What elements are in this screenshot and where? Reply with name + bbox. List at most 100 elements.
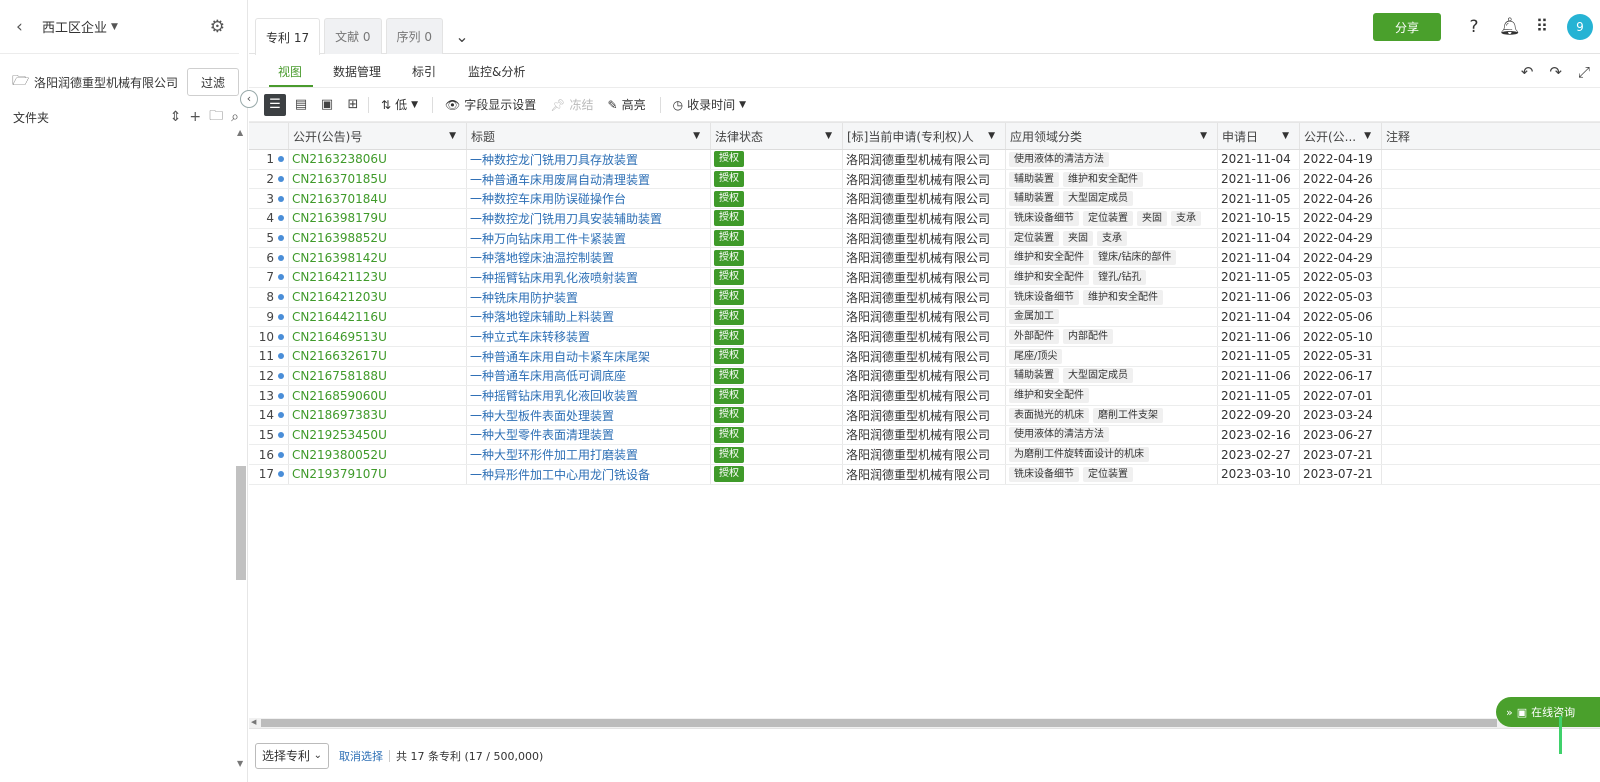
field-tag[interactable]: 使用液体的清洁方法: [1009, 427, 1109, 443]
pub-number-cell[interactable]: CN218697383U: [289, 405, 467, 425]
scroll-up-icon[interactable]: ▲: [237, 128, 243, 137]
sort-dropdown[interactable]: ◷ 收录时间 ▼: [673, 96, 746, 113]
row-number-cell[interactable]: 3: [249, 189, 289, 209]
notes-cell[interactable]: [1382, 209, 1600, 228]
field-tag[interactable]: 支承: [1171, 210, 1201, 226]
sidebar-scrollbar[interactable]: ▲ ▼: [236, 128, 246, 768]
row-number-cell[interactable]: 15: [249, 425, 289, 445]
field-tag[interactable]: 维护和安全配件: [1009, 269, 1089, 285]
avatar[interactable]: 9: [1567, 14, 1593, 40]
detail-view-icon[interactable]: ▤: [290, 94, 312, 116]
tab-sequence[interactable]: 序列 0: [385, 18, 443, 54]
help-icon[interactable]: ?: [1465, 17, 1483, 37]
row-number-cell[interactable]: 17: [249, 465, 289, 484]
caret-down-icon[interactable]: ▼: [988, 131, 995, 141]
pub-number-cell[interactable]: CN216758188U: [289, 366, 467, 386]
title-cell[interactable]: 一种摇臂钻床用乳化液回收装置: [467, 386, 711, 405]
table-row[interactable]: 13 CN216859060U 一种摇臂钻床用乳化液回收装置 授权 洛阳润德重型机械有限…: [249, 386, 1600, 406]
subnav-index[interactable]: 标引: [412, 63, 436, 80]
caret-down-icon[interactable]: ▼: [449, 131, 456, 141]
field-tag[interactable]: 外部配件: [1009, 329, 1059, 345]
field-tag[interactable]: 定位装置: [1083, 210, 1133, 226]
subnav-data-management[interactable]: 数据管理: [333, 63, 381, 80]
title-cell[interactable]: 一种数控车床用防误碰操作台: [467, 189, 711, 209]
pub-number-cell[interactable]: CN216421123U: [289, 268, 467, 287]
row-number-cell[interactable]: 2: [249, 169, 289, 189]
field-tag[interactable]: 表面抛光的机床: [1009, 407, 1089, 423]
caret-down-icon[interactable]: ▼: [825, 131, 832, 141]
field-tag[interactable]: 维护和安全配件: [1009, 388, 1089, 404]
header-app-date[interactable]: 申请日 ▼: [1218, 123, 1300, 149]
pub-number-cell[interactable]: CN216469513U: [289, 327, 467, 346]
field-tag[interactable]: 大型固定成员: [1063, 191, 1133, 207]
caret-down-icon[interactable]: ▼: [693, 131, 700, 141]
notes-cell[interactable]: [1382, 308, 1600, 327]
image-view-icon[interactable]: ▣: [316, 94, 338, 116]
title-cell[interactable]: 一种摇臂钻床用乳化液喷射装置: [467, 268, 711, 287]
field-tag[interactable]: 使用液体的清洁方法: [1009, 151, 1109, 167]
back-icon[interactable]: ‹: [16, 17, 34, 37]
notes-cell[interactable]: [1382, 268, 1600, 287]
header-legal-status[interactable]: 法律状态 ▼: [711, 123, 843, 149]
notes-cell[interactable]: [1382, 367, 1600, 386]
notes-cell[interactable]: [1382, 189, 1600, 208]
subnav-monitor-analysis[interactable]: 监控&分析: [468, 63, 525, 80]
field-tag[interactable]: 镗床/钻床的部件: [1093, 250, 1177, 266]
table-row[interactable]: 4 CN216398179U 一种数控龙门铣用刀具安装辅助装置 授权 洛阳润德重型机械有…: [249, 209, 1600, 229]
title-cell[interactable]: 一种普通车床用高低可调底座: [467, 366, 711, 386]
table-row[interactable]: 17 CN219379107U 一种异形件加工中心用龙门铣设备 授权 洛阳润德重型机械有…: [249, 465, 1600, 485]
undo-icon[interactable]: ↶: [1521, 63, 1534, 81]
field-tag[interactable]: 辅助装置: [1009, 171, 1059, 187]
scrollbar-thumb[interactable]: [236, 466, 246, 580]
field-tag[interactable]: 定位装置: [1083, 466, 1133, 482]
title-cell[interactable]: 一种异形件加工中心用龙门铣设备: [467, 465, 711, 484]
pub-number-cell[interactable]: CN216442116U: [289, 307, 467, 327]
tab-patents[interactable]: 专利 17: [255, 18, 321, 55]
table-row[interactable]: 9 CN216442116U 一种落地镗床辅助上料装置 授权 洛阳润德重型机械有限公司金…: [249, 307, 1600, 328]
header-title[interactable]: 标题 ▼: [467, 123, 711, 149]
online-chat-button[interactable]: » ▣ 在线咨询: [1496, 697, 1600, 727]
table-row[interactable]: 8 CN216421203U 一种铣床用防护装置 授权 洛阳润德重型机械有限公司 铣床设备…: [249, 287, 1600, 308]
header-pub-date[interactable]: 公开(公... ▼: [1300, 123, 1382, 149]
collapse-sidebar-button[interactable]: ‹: [240, 90, 258, 108]
density-dropdown[interactable]: ⇅ 低 ▼: [381, 96, 418, 113]
table-row[interactable]: 5 CN216398852U 一种万向钻床用工件卡紧装置 授权 洛阳润德重型机械有限公司…: [249, 228, 1600, 249]
cancel-selection-link[interactable]: 取消选择: [339, 748, 383, 764]
pub-number-cell[interactable]: CN216323806U: [289, 150, 467, 169]
table-row[interactable]: 15 CN219253450U 一种大型零件表面清理装置 授权 洛阳润德重型机械有限公司…: [249, 425, 1600, 446]
notes-cell[interactable]: [1382, 465, 1600, 484]
caret-down-icon[interactable]: ▼: [1282, 131, 1289, 141]
pub-number-cell[interactable]: CN219253450U: [289, 425, 467, 445]
row-number-cell[interactable]: 8: [249, 287, 289, 307]
pub-number-cell[interactable]: CN216398852U: [289, 228, 467, 248]
filter-button[interactable]: 过滤: [187, 68, 239, 96]
title-cell[interactable]: 一种数控龙门铣用刀具安装辅助装置: [467, 209, 711, 228]
field-tag[interactable]: 为磨削工件旋转面设计的机床: [1009, 447, 1149, 463]
list-view-icon[interactable]: ☰: [264, 93, 286, 116]
pub-number-cell[interactable]: CN216398142U: [289, 248, 467, 268]
search-icon[interactable]: ⌕: [231, 109, 239, 125]
sort-icon[interactable]: ⇕: [170, 109, 182, 125]
pub-number-cell[interactable]: CN216859060U: [289, 386, 467, 405]
notes-cell[interactable]: [1382, 327, 1600, 346]
card-view-icon[interactable]: ⊞: [342, 94, 364, 116]
field-tag[interactable]: 铣床设备细节: [1009, 466, 1079, 482]
notes-cell[interactable]: [1382, 347, 1600, 366]
row-number-cell[interactable]: 7: [249, 268, 289, 287]
row-number-cell[interactable]: 11: [249, 346, 289, 366]
caret-down-icon[interactable]: ▼: [1200, 131, 1207, 141]
title-cell[interactable]: 一种大型零件表面清理装置: [467, 425, 711, 445]
fullscreen-icon[interactable]: ⤢: [1578, 63, 1590, 81]
row-number-cell[interactable]: 6: [249, 248, 289, 268]
table-row[interactable]: 14 CN218697383U 一种大型板件表面处理装置 授权 洛阳润德重型机械有限公司…: [249, 405, 1600, 426]
apps-grid-icon[interactable]: ⠿: [1533, 17, 1551, 37]
table-row[interactable]: 6 CN216398142U 一种落地镗床油温控制装置 授权 洛阳润德重型机械有限公司维…: [249, 248, 1600, 269]
field-tag[interactable]: 定位装置: [1009, 230, 1059, 246]
field-tag[interactable]: 金属加工: [1009, 309, 1059, 325]
gear-icon[interactable]: ⚙: [210, 17, 225, 37]
redo-icon[interactable]: ↷: [1549, 63, 1562, 81]
table-row[interactable]: 7 CN216421123U 一种摇臂钻床用乳化液喷射装置 授权 洛阳润德重型机械有限公…: [249, 268, 1600, 288]
pub-number-cell[interactable]: CN216398179U: [289, 209, 467, 228]
row-number-cell[interactable]: 9: [249, 307, 289, 327]
field-tag[interactable]: 夹固: [1063, 230, 1093, 246]
